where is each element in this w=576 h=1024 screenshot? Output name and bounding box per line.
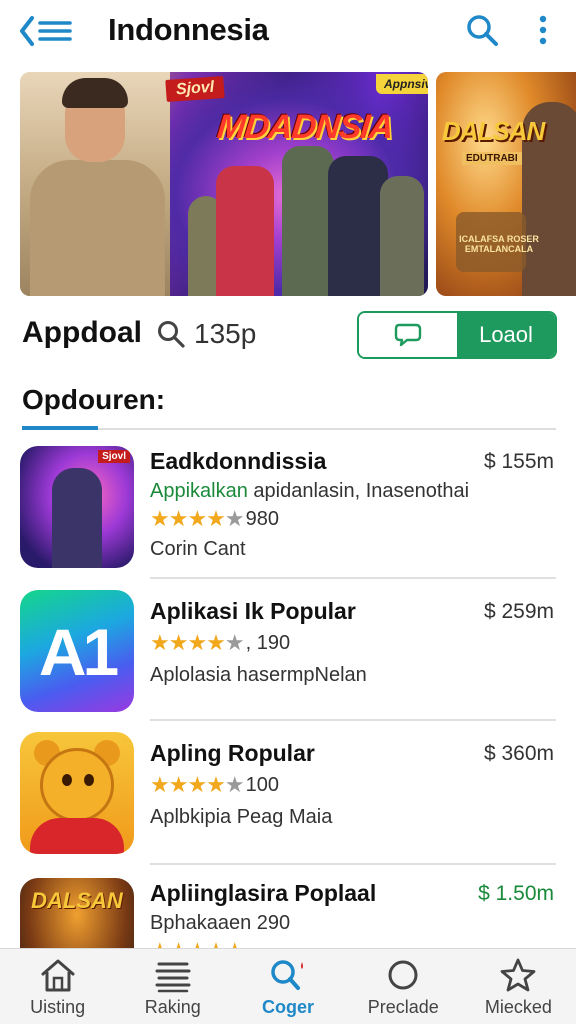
section-divider <box>22 428 556 430</box>
banner-character <box>328 156 388 296</box>
app-icon: DALSAN <box>20 878 134 948</box>
nav-item-ranking[interactable]: Raking <box>115 949 230 1024</box>
banner-character <box>282 146 334 296</box>
banner-title: DALSAN <box>442 116 545 146</box>
top-app-bar: Indonnesia <box>0 0 576 64</box>
app-rating: ★★★★★ , 190 <box>150 630 291 655</box>
banner-title: MDADNSIA <box>215 108 395 146</box>
app-subtitle: Appikalkan apidanlasin, Inasenothai <box>150 480 470 502</box>
app-name: Apling Ropular <box>150 740 315 766</box>
search-icon <box>158 321 185 348</box>
list-item[interactable]: Sjovl Eadkdonndissia $ 155m Appikalkan a… <box>20 446 556 570</box>
list-divider <box>150 719 556 721</box>
search-count-value: 135p <box>194 318 257 349</box>
banner-badge: Appnsiv <box>376 74 428 94</box>
app-icon: Sjovl <box>20 446 134 568</box>
banner-character <box>380 176 424 296</box>
more-options-icon[interactable] <box>530 12 556 48</box>
banner-tag: Sjovl <box>165 75 225 103</box>
app-name: Aplikasi Ik Popular <box>150 598 356 624</box>
chat-bubble-icon <box>394 323 422 347</box>
home-icon <box>36 955 80 995</box>
list-item[interactable]: A1 Aplikasi Ik Popular $ 259m ★★★★★ , 19… <box>20 590 556 714</box>
chat-toggle-option[interactable] <box>359 313 457 357</box>
app-description: Aplolasia hasermpNelan <box>150 664 367 686</box>
nav-item-listing[interactable]: Uisting <box>0 949 115 1024</box>
rating-stars-icon: ★★★★★ <box>150 938 245 948</box>
nav-label: Coger <box>262 997 315 1017</box>
search-icon <box>266 955 310 995</box>
circle-icon <box>381 955 425 995</box>
list-divider <box>150 577 556 579</box>
back-menu-icon[interactable] <box>18 14 76 48</box>
app-description: Corin Cant <box>150 538 246 560</box>
nav-item-preclade[interactable]: Preclade <box>346 949 461 1024</box>
section-underline <box>22 426 98 430</box>
list-icon <box>151 955 195 995</box>
nav-item-miecked[interactable]: Miecked <box>461 949 576 1024</box>
list-item[interactable]: Apling Ropular $ 360m ★★★★★ 100 Aplbkipi… <box>20 732 556 856</box>
app-rating: ★★★★★ <box>150 938 246 948</box>
app-price: $ 360m <box>483 742 554 765</box>
banner-note: ICALAFSA ROSER EMTALANCALA <box>459 234 539 254</box>
list-item[interactable]: DALSAN Apliinglasira Poplaal $ 1.50m Bph… <box>20 878 556 948</box>
list-divider <box>150 863 556 865</box>
app-description: Aplbkipia Peag Maia <box>150 806 333 828</box>
app-name: Apliinglasira Poplaal <box>150 880 377 906</box>
app-name: Eadkdonndissia <box>150 448 327 474</box>
app-price: $ 155m <box>483 450 554 473</box>
star-icon <box>496 955 540 995</box>
search-count: 135p <box>156 318 256 350</box>
nav-label: Preclade <box>367 997 439 1017</box>
nav-item-search[interactable]: Coger <box>230 949 345 1024</box>
rating-stars-icon: ★★★★★ <box>150 506 245 531</box>
banner-character <box>216 166 274 296</box>
app-label: Appdoal <box>22 316 142 349</box>
app-icon: A1 <box>20 590 134 712</box>
icon-tag: Sjovl <box>98 450 130 463</box>
featured-banner[interactable]: MDADNSIA Sjovl Appnsiv <box>20 72 428 296</box>
app-rating: ★★★★★ 100 <box>150 772 279 797</box>
view-toggle[interactable]: Loaol <box>357 311 557 359</box>
banner-subtitle: EDUTRABI <box>462 152 522 165</box>
banner-person-image <box>20 72 170 296</box>
page-title: Indonnesia <box>108 12 269 47</box>
section-title: Opdouren: <box>22 384 166 415</box>
rating-stars-icon: ★★★★★ <box>150 772 245 797</box>
app-price: $ 1.50m <box>478 882 554 905</box>
search-icon[interactable] <box>464 12 500 48</box>
app-rating: ★★★★★ 980 <box>150 506 279 531</box>
nav-label: Uisting <box>30 997 86 1017</box>
app-price: $ 259m <box>483 600 554 623</box>
toggle-label-option[interactable]: Loaol <box>457 313 555 357</box>
nav-label: Raking <box>144 997 201 1017</box>
bottom-navigation: Uisting Raking Coger Preclade Miecked <box>0 948 576 1024</box>
nav-label: Miecked <box>484 997 552 1017</box>
app-description: Bphakaaen 290 <box>150 912 291 934</box>
rating-stars-icon: ★★★★★ <box>150 630 245 655</box>
secondary-banner[interactable]: DALSAN EDUTRABI ICALAFSA ROSER EMTALANCA… <box>436 72 576 296</box>
app-icon <box>20 732 134 854</box>
